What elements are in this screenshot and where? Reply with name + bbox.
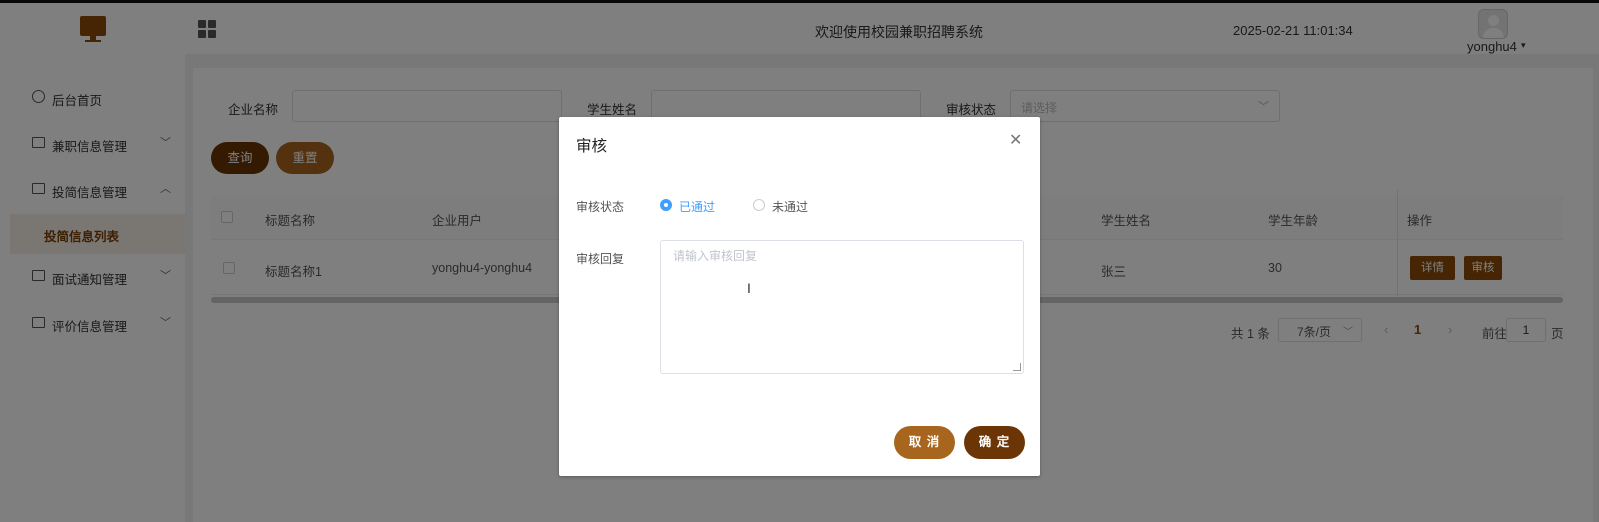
review-reply-textarea[interactable]: 请输入审核回复 xyxy=(660,240,1024,374)
radio-dot xyxy=(660,199,672,211)
resize-handle-icon[interactable] xyxy=(1013,363,1021,371)
radio-label: 未通过 xyxy=(772,200,809,214)
dialog-title: 审核 xyxy=(576,138,608,155)
review-dialog: 审核 ✕ 审核状态 已通过 未通过 审核回复 请输入审核回复 I 取 消 确 定 xyxy=(559,117,1040,476)
review-status-label: 审核状态 xyxy=(576,200,625,214)
close-icon[interactable]: ✕ xyxy=(1009,130,1022,150)
review-reply-label: 审核回复 xyxy=(576,252,625,266)
cancel-button[interactable]: 取 消 xyxy=(894,426,955,459)
confirm-button[interactable]: 确 定 xyxy=(964,426,1025,459)
textarea-placeholder: 请输入审核回复 xyxy=(673,249,758,263)
radio-label: 已通过 xyxy=(679,200,716,214)
radio-dot xyxy=(753,199,765,211)
text-cursor-icon: I xyxy=(747,280,751,296)
